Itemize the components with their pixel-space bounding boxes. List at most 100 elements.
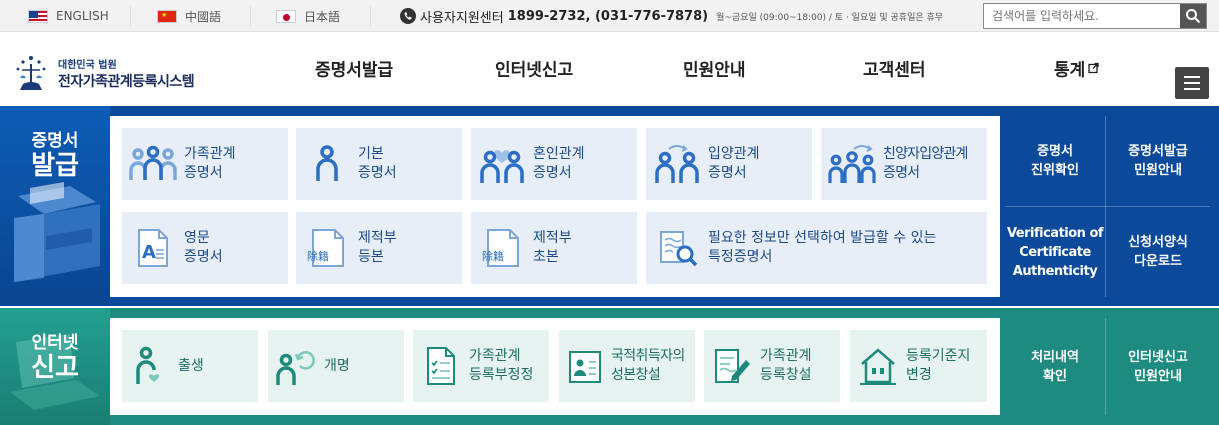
card-label: 기본 증명서 — [358, 146, 397, 181]
phone-icon — [400, 8, 416, 24]
report-panel: 출생 개명 가족관계 등록부정정 국적취득자의 성본창설 가족관계 등록창설 등… — [110, 318, 1000, 415]
nav-statistics-label: 통계 — [1054, 60, 1086, 81]
card-birth[interactable]: 출생 — [122, 330, 258, 402]
side-report-guide[interactable]: 인터넷신고 민원안내 — [1106, 318, 1210, 415]
hamburger-icon — [1184, 76, 1200, 78]
removal-abstract-icon: 除籍 — [471, 228, 533, 268]
report-title-area: 인터넷 신고 — [0, 308, 110, 425]
magnify-doc-icon — [646, 228, 708, 268]
nav-customer-center[interactable]: 고객센터 — [863, 56, 926, 81]
nav-certificate[interactable]: 증명서발급 — [315, 56, 393, 81]
nav-internet-report[interactable]: 인터넷신고 — [495, 56, 573, 81]
certificate-title-bottom: 발급 — [31, 151, 79, 181]
lang-label: ENGLISH — [56, 9, 109, 23]
person-icon — [296, 144, 358, 184]
side-verification-english[interactable]: Verification of Certificate Authenticity — [1005, 207, 1105, 297]
search-button[interactable] — [1180, 4, 1206, 28]
svg-text:除籍: 除籍 — [307, 249, 329, 263]
card-label: 혼인관계 증명서 — [533, 146, 585, 181]
lang-english[interactable]: ENGLISH — [28, 0, 109, 32]
logo-line1: 대한민국 법원 — [58, 59, 117, 71]
svg-text:除籍: 除籍 — [482, 249, 504, 263]
card-label: 친양자입양관계 증명서 — [883, 146, 968, 181]
card-register-correction[interactable]: 가족관계 등록부정정 — [413, 330, 549, 402]
certificate-title: 증명서 발급 — [0, 126, 110, 181]
removal-register-icon: 除籍 — [296, 228, 358, 268]
side-process-history[interactable]: 처리내역 확인 — [1005, 318, 1105, 415]
card-label: 출생 — [178, 357, 204, 374]
card-label: 등록기준지 변경 — [906, 348, 971, 383]
certificate-title-top: 증명서 — [31, 131, 79, 151]
doc-edit-icon — [704, 346, 760, 386]
card-rename[interactable]: 개명 — [268, 330, 404, 402]
card-label: 개명 — [324, 357, 350, 374]
search-box — [983, 3, 1207, 29]
card-label: 가족관계 등록창설 — [760, 348, 812, 383]
side-verify-certificate[interactable]: 증명서 진위확인 — [1005, 116, 1105, 206]
logo-line2: 전자가족관계등록시스템 — [58, 73, 195, 90]
certificate-section: 증명서 발급 가족관계 증명서 기본 증명서 혼인관계 증명서 입양관계 증명서… — [0, 106, 1219, 306]
card-basic-certificate[interactable]: 기본 증명서 — [296, 128, 462, 200]
card-label: 제적부 초본 — [533, 230, 572, 265]
report-title: 인터넷 신고 — [0, 328, 110, 383]
support-hours: 월~금요일 (09:00~18:00) / 토 · 일요일 및 공휴일은 휴무 — [716, 12, 944, 23]
nav-civil-guide[interactable]: 민원안내 — [683, 56, 746, 81]
english-doc-icon: A — [122, 228, 184, 268]
card-adoption-certificate[interactable]: 입양관계 증명서 — [646, 128, 812, 200]
card-naturalized-surname[interactable]: 국적취득자의 성본창설 — [559, 330, 695, 402]
top-utility-bar: ENGLISH ★ 中國語 日本語 사용자지원센터 1899-2732, (03… — [0, 0, 1219, 32]
adoption-icon — [646, 143, 708, 185]
card-full-adoption-certificate[interactable]: 친양자입양관계 증명서 — [821, 128, 987, 200]
card-removal-register-abstract[interactable]: 除籍 제적부 초본 — [471, 212, 637, 284]
card-registration-base-change[interactable]: 등록기준지 변경 — [850, 330, 987, 402]
lang-japanese[interactable]: 日本語 — [276, 0, 340, 32]
main-header: 대한민국 법원 전자가족관계등록시스템 증명서발급 인터넷신고 민원안내 고객센… — [0, 32, 1219, 106]
support-numbers: 1899-2732, (031-776-7878) — [507, 8, 709, 24]
card-label: 가족관계 증명서 — [184, 146, 236, 181]
checklist-icon — [413, 346, 469, 386]
card-specific-certificate[interactable]: 필요한 정보만 선택하여 발급할 수 있는 특정증명서 — [646, 212, 987, 284]
side-form-download[interactable]: 신청서양식 다운로드 — [1106, 207, 1210, 297]
search-icon — [1186, 9, 1201, 24]
card-label: 영문 증명서 — [184, 230, 223, 265]
card-removal-register-copy[interactable]: 除籍 제적부 등본 — [296, 212, 462, 284]
card-label: 제적부 등본 — [358, 230, 397, 265]
lang-label: 中國語 — [185, 9, 222, 24]
report-title-top: 인터넷 — [31, 333, 79, 353]
china-flag-icon: ★ — [157, 9, 177, 23]
card-register-creation[interactable]: 가족관계 등록창설 — [704, 330, 840, 402]
external-link-icon — [1088, 62, 1099, 74]
support-label: 사용자지원센터 — [420, 10, 504, 26]
lang-label: 日本語 — [304, 9, 341, 24]
card-marriage-certificate[interactable]: 혼인관계 증명서 — [471, 128, 637, 200]
couple-heart-icon — [471, 143, 533, 185]
full-adoption-icon — [821, 143, 883, 185]
svg-text:A: A — [142, 242, 156, 263]
nav-statistics[interactable]: 통계 — [1054, 56, 1099, 81]
us-flag-icon — [28, 9, 48, 23]
lang-chinese[interactable]: ★ 中國語 — [157, 0, 221, 32]
card-label: 입양관계 증명서 — [708, 146, 760, 181]
card-label: 국적취득자의 성본창설 — [611, 348, 685, 383]
support-center: 사용자지원센터 1899-2732, (031-776-7878) 월~금요일 … — [400, 0, 943, 32]
certificate-title-area: 증명서 발급 — [0, 106, 110, 306]
card-english-certificate[interactable]: A 영문 증명서 — [122, 212, 288, 284]
japan-flag-icon — [276, 9, 296, 23]
id-card-icon — [559, 346, 611, 386]
house-icon — [850, 346, 906, 386]
site-logo[interactable]: 대한민국 법원 전자가족관계등록시스템 — [10, 52, 195, 94]
court-emblem-icon — [16, 56, 46, 90]
rename-icon — [268, 346, 324, 386]
certificate-panel: 가족관계 증명서 기본 증명서 혼인관계 증명서 입양관계 증명서 친양자입양관… — [110, 116, 1000, 297]
internet-report-section: 인터넷 신고 출생 개명 가족관계 등록부정정 국적취득자의 성본창설 가족관계… — [0, 308, 1219, 425]
menu-button[interactable] — [1175, 67, 1209, 99]
card-label: 필요한 정보만 선택하여 발급할 수 있는 특정증명서 — [708, 230, 937, 265]
family-icon — [122, 144, 184, 184]
card-family-certificate[interactable]: 가족관계 증명서 — [122, 128, 288, 200]
search-input[interactable] — [984, 4, 1180, 28]
card-label: 가족관계 등록부정정 — [469, 348, 534, 383]
report-title-bottom: 신고 — [31, 353, 79, 383]
birth-icon — [122, 346, 178, 386]
logo-text: 대한민국 법원 전자가족관계등록시스템 — [58, 56, 195, 91]
side-certificate-guide[interactable]: 증명서발급 민원안내 — [1106, 116, 1210, 206]
